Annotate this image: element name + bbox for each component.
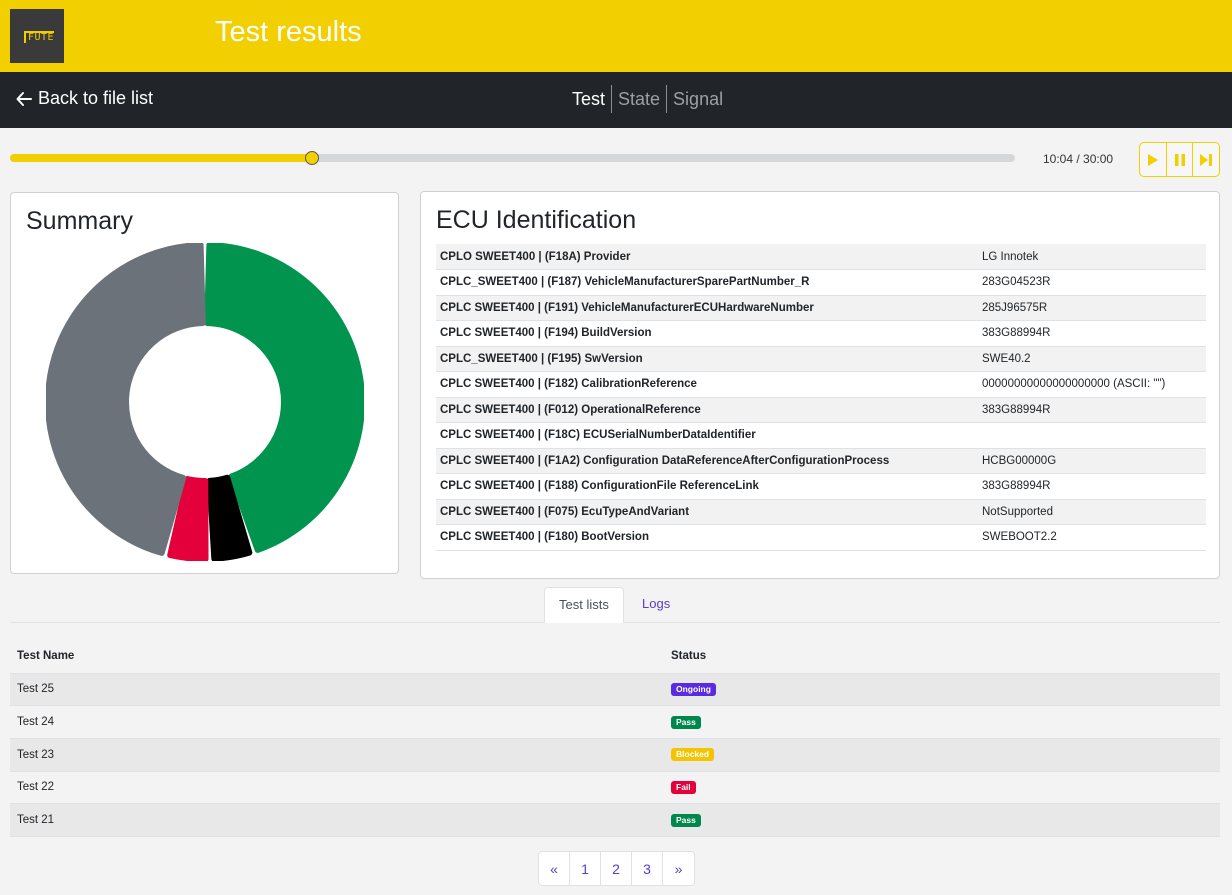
ecu-key: CPLC SWEET400 | (F188) ConfigurationFile… xyxy=(436,473,978,500)
ecu-row: CPLC SWEET400 | (F075) EcuTypeAndVariant… xyxy=(436,499,1206,525)
play-button[interactable] xyxy=(1140,143,1167,176)
table-row[interactable]: Test 25 Ongoing xyxy=(10,673,1220,707)
ecu-key: CPLC SWEET400 | (F18C) ECUSerialNumberDa… xyxy=(436,422,978,449)
back-link-label: Back to file list xyxy=(38,88,154,108)
pagination-page-2[interactable]: 2 xyxy=(601,852,632,885)
skip-next-button[interactable] xyxy=(1193,143,1219,176)
ecu-value: HCBG00000G xyxy=(978,448,1206,474)
back-to-file-list-link[interactable]: Back to file list xyxy=(16,88,153,109)
navbar: Back to file list Test State Signal xyxy=(0,72,1232,128)
ecu-value: 285J96575R xyxy=(978,295,1206,321)
summary-title: Summary xyxy=(26,207,133,235)
status-badge: Fail xyxy=(671,780,696,794)
ecu-row: CPLO SWEET400 | (F18A) Provider LG Innote… xyxy=(436,244,1206,270)
pagination: « 1 2 3 » xyxy=(538,851,695,886)
summary-donut-chart xyxy=(46,243,364,561)
view-tabs: Test State Signal xyxy=(566,85,729,113)
ecu-row: CPLC SWEET400 | (F194) BuildVersion 383G8… xyxy=(436,320,1206,347)
ecu-value: SWE40.2 xyxy=(978,346,1206,372)
ecu-key: CPLC SWEET400 | (F182) CalibrationRefere… xyxy=(436,371,978,398)
ecu-value: 00000000000000000000 (ASCII: "") xyxy=(978,371,1206,398)
ecu-row: CPLC_SWEET400 | (F187) VehicleManufactur… xyxy=(436,269,1206,296)
playback-progress-fill xyxy=(10,154,312,162)
column-header-status: Status xyxy=(664,640,1220,674)
ecu-row: CPLC_SWEET400 | (F195) SwVersion SWE40.2 xyxy=(436,346,1206,372)
ecu-row: CPLC SWEET400 | (F182) CalibrationRefere… xyxy=(436,371,1206,398)
test-name-cell: Test 24 xyxy=(10,705,664,739)
pagination-next[interactable]: » xyxy=(663,852,694,885)
pagination-page-3[interactable]: 3 xyxy=(632,852,663,885)
ecu-key: CPLC SWEET400 | (F191) VehicleManufactur… xyxy=(436,295,978,321)
pagination-page-1[interactable]: 1 xyxy=(570,852,601,885)
status-cell: Ongoing xyxy=(664,673,1220,707)
skip-next-icon xyxy=(1200,153,1213,166)
fute-logo[interactable]: FUTE xyxy=(10,9,64,63)
ecu-row: CPLC SWEET400 | (F180) BootVersion SWEBOO… xyxy=(436,524,1206,551)
playback-time: 10:04 / 30:00 xyxy=(1043,152,1114,166)
table-row[interactable]: Test 23 Blocked xyxy=(10,738,1220,772)
table-row[interactable]: Test 22 Fail xyxy=(10,771,1220,805)
ecu-row: CPLC SWEET400 | (F1A2) Configuration Dat… xyxy=(436,448,1206,474)
test-name-cell: Test 25 xyxy=(10,673,664,707)
ecu-value: SWEBOOT2.2 xyxy=(978,524,1206,551)
page-title: Test results xyxy=(215,16,362,48)
pause-button[interactable] xyxy=(1167,143,1194,176)
ecu-key: CPLO SWEET400 | (F18A) Provider xyxy=(436,244,978,270)
pause-icon xyxy=(1174,153,1185,166)
ecu-value: LG Innotek xyxy=(978,244,1206,270)
summary-card: Summary xyxy=(10,192,399,574)
play-icon xyxy=(1147,153,1158,166)
ecu-key: CPLC SWEET400 | (F1A2) Configuration Dat… xyxy=(436,448,978,474)
status-cell: Pass xyxy=(664,803,1220,837)
ecu-value: 283G04523R xyxy=(978,269,1206,296)
test-name-cell: Test 21 xyxy=(10,803,664,837)
table-row[interactable]: Test 21 Pass xyxy=(10,803,1220,837)
ecu-value: 383G88994R xyxy=(978,320,1206,347)
ecu-key: CPLC SWEET400 | (F012) OperationalRefere… xyxy=(436,397,978,423)
ecu-row: CPLC SWEET400 | (F012) OperationalRefere… xyxy=(436,397,1206,423)
playback-slider[interactable] xyxy=(10,151,1015,165)
test-name-cell: Test 22 xyxy=(10,771,664,805)
ecu-value: NotSupported xyxy=(978,499,1206,525)
arrow-left-icon xyxy=(16,91,32,106)
logo-text: FUTE xyxy=(24,31,55,43)
status-badge: Ongoing xyxy=(671,682,716,696)
test-name-cell: Test 23 xyxy=(10,738,664,772)
ecu-key: CPLC SWEET400 | (F180) BootVersion xyxy=(436,524,978,551)
ecu-value: 383G88994R xyxy=(978,397,1206,423)
table-row[interactable]: Test 24 Pass xyxy=(10,705,1220,739)
ecu-title: ECU Identification xyxy=(436,206,637,234)
status-cell: Blocked xyxy=(664,738,1220,772)
top-bar: FUTE Test results xyxy=(0,0,1232,72)
tab-test[interactable]: Test xyxy=(566,85,611,113)
ecu-key: CPLC SWEET400 | (F075) EcuTypeAndVariant xyxy=(436,499,978,525)
playback-slider-handle[interactable] xyxy=(304,151,319,165)
ecu-key: CPLC_SWEET400 | (F187) VehicleManufactur… xyxy=(436,269,978,296)
tab-test-lists[interactable]: Test lists xyxy=(544,587,624,623)
tab-signal[interactable]: Signal xyxy=(667,85,729,113)
column-header-test-name: Test Name xyxy=(10,640,664,674)
ecu-table: CPLO SWEET400 | (F18A) Provider LG Innote… xyxy=(436,244,1206,551)
ecu-row: CPLC SWEET400 | (F191) VehicleManufactur… xyxy=(436,295,1206,321)
test-list-table: Test Name Status Test 25 Ongoing Test 24 Pa… xyxy=(10,640,1220,837)
ecu-key: CPLC SWEET400 | (F194) BuildVersion xyxy=(436,320,978,347)
status-badge: Blocked xyxy=(671,748,715,762)
tab-logs[interactable]: Logs xyxy=(628,587,684,623)
ecu-value: 383G88994R xyxy=(978,473,1206,500)
status-badge: Pass xyxy=(671,715,701,729)
tab-state[interactable]: State xyxy=(612,85,666,113)
status-cell: Pass xyxy=(664,705,1220,739)
ecu-key: CPLC_SWEET400 | (F195) SwVersion xyxy=(436,346,978,372)
ecu-value xyxy=(978,422,1206,449)
status-badge: Pass xyxy=(671,813,701,827)
ecu-row: CPLC SWEET400 | (F18C) ECUSerialNumberDa… xyxy=(436,422,1206,449)
player-controls xyxy=(1139,142,1220,177)
ecu-identification-card: ECU Identification CPLO SWEET400 | (F18A… xyxy=(420,191,1220,579)
pagination-prev[interactable]: « xyxy=(539,852,570,885)
ecu-row: CPLC SWEET400 | (F188) ConfigurationFile… xyxy=(436,473,1206,500)
table-header-row: Test Name Status xyxy=(10,640,1220,674)
status-cell: Fail xyxy=(664,771,1220,805)
